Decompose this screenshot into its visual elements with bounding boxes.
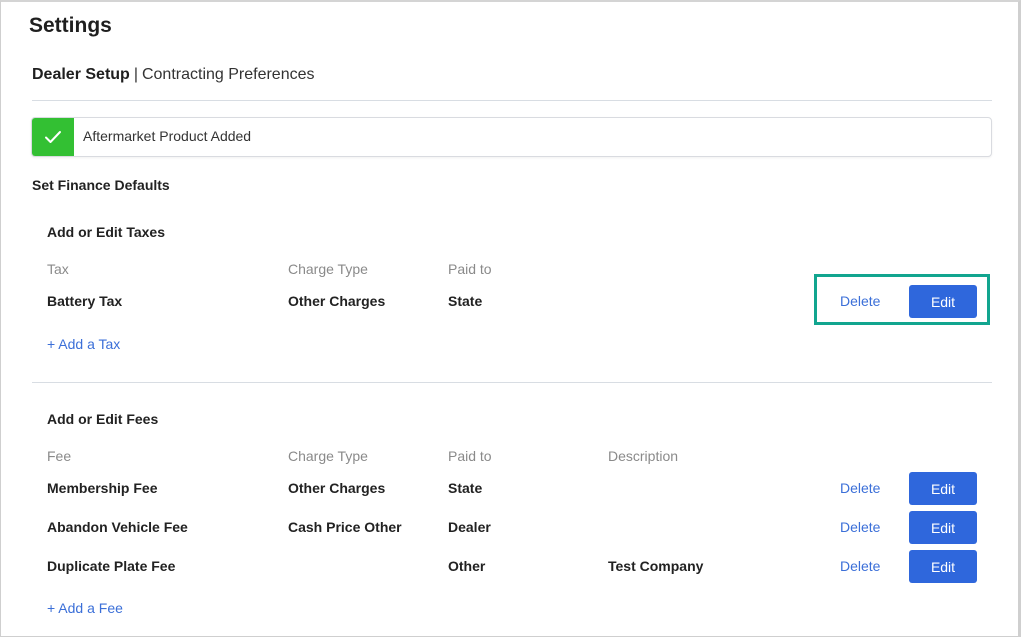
- taxes-heading: Add or Edit Taxes: [47, 224, 165, 240]
- fee-name: Membership Fee: [47, 480, 158, 496]
- check-icon: [32, 118, 74, 156]
- tax-column-header-paid-to: Paid to: [448, 261, 492, 277]
- toast-message: Aftermarket Product Added: [83, 128, 252, 144]
- edit-fee-button[interactable]: Edit: [909, 511, 977, 544]
- breadcrumb-dealer-setup[interactable]: Dealer Setup: [32, 66, 130, 83]
- breadcrumb: Dealer Setup | Contracting Preferences: [32, 66, 315, 84]
- tax-paid-to: State: [448, 293, 483, 309]
- fee-paid-to: State: [448, 480, 483, 496]
- fee-name: Abandon Vehicle Fee: [47, 519, 188, 535]
- section-divider: [32, 382, 992, 383]
- page-title: Settings: [29, 14, 112, 37]
- fees-heading: Add or Edit Fees: [47, 411, 159, 427]
- edit-fee-button[interactable]: Edit: [909, 550, 977, 583]
- success-toast: Aftermarket Product Added: [31, 117, 992, 157]
- delete-fee-button[interactable]: Delete: [840, 480, 880, 496]
- breadcrumb-separator: |: [133, 66, 138, 83]
- tax-charge-type: Other Charges: [288, 293, 386, 309]
- header-divider: [32, 100, 992, 101]
- tax-column-header-tax: Tax: [47, 261, 69, 277]
- delete-fee-button[interactable]: Delete: [840, 558, 880, 574]
- fee-paid-to: Other: [448, 558, 486, 574]
- add-tax-link[interactable]: + Add a Tax: [47, 336, 120, 352]
- tax-name: Battery Tax: [47, 293, 123, 309]
- fee-column-header-charge-type: Charge Type: [288, 448, 368, 464]
- fee-column-header-description: Description: [608, 448, 679, 464]
- fee-charge-type: Cash Price Other: [288, 519, 402, 535]
- fee-charge-type: Other Charges: [288, 480, 386, 496]
- tax-column-header-charge-type: Charge Type: [288, 261, 368, 277]
- fee-name: Duplicate Plate Fee: [47, 558, 176, 574]
- finance-defaults-heading: Set Finance Defaults: [32, 177, 170, 193]
- edit-fee-button[interactable]: Edit: [909, 472, 977, 505]
- fee-column-header-fee: Fee: [47, 448, 72, 464]
- add-fee-link[interactable]: + Add a Fee: [47, 600, 123, 616]
- breadcrumb-contracting-preferences[interactable]: Contracting Preferences: [142, 66, 315, 83]
- action-highlight-box: [814, 274, 990, 325]
- delete-fee-button[interactable]: Delete: [840, 519, 880, 535]
- fee-description: Test Company: [608, 558, 704, 574]
- fee-paid-to: Dealer: [448, 519, 491, 535]
- fee-column-header-paid-to: Paid to: [448, 448, 492, 464]
